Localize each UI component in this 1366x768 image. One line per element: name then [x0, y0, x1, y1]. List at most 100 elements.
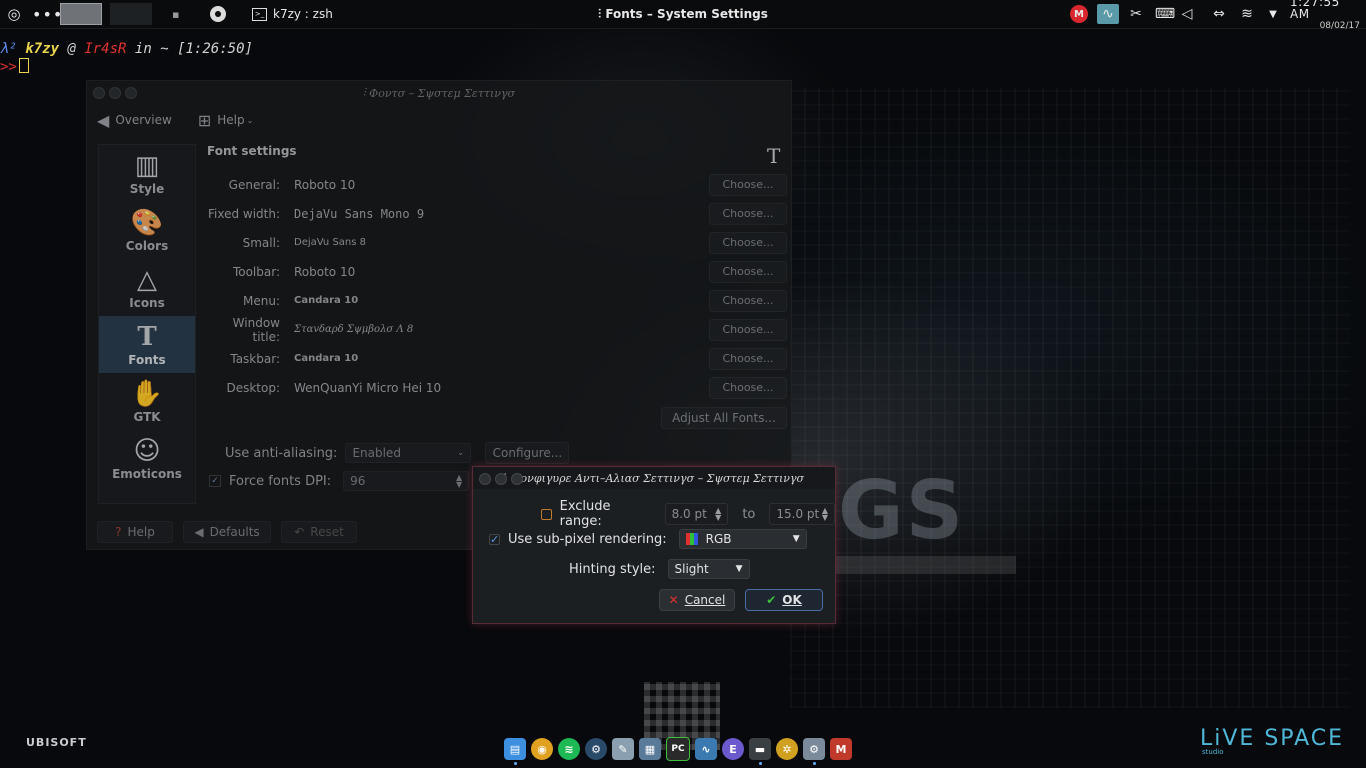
chrome-task-icon[interactable] — [210, 6, 226, 22]
choose-fixed-width-button[interactable]: Choose... — [709, 202, 787, 225]
hinting-select[interactable]: Slight ▼ — [667, 559, 750, 579]
font-row-small: Small: DejaVu Sans 8 Choose... — [205, 228, 787, 257]
chevron-down-icon: ▼ — [735, 564, 743, 574]
choose-menu-button[interactable]: Choose... — [709, 289, 787, 312]
choose-small-button[interactable]: Choose... — [709, 231, 787, 254]
choose-toolbar-button[interactable]: Choose... — [709, 260, 787, 283]
dialog-close-button[interactable] — [479, 473, 491, 485]
tray-expand-icon[interactable]: ▼ — [1264, 0, 1282, 28]
dock-files[interactable]: ▤ — [504, 738, 526, 765]
cancel-button[interactable]: ✕ Cancel — [659, 589, 735, 611]
exclude-from-spinbox[interactable]: 8.0 pt ▲ ▼ — [664, 503, 729, 525]
defaults-arrow-icon: ◀ — [194, 525, 204, 539]
dock-emacs[interactable]: E — [722, 738, 744, 760]
toolbar: ◀ Overview ⊞ Help ⌄ — [97, 109, 273, 131]
font-row-menu: Menu: Candara 10 Choose... — [205, 286, 787, 315]
reset-button-label: Reset — [310, 525, 344, 539]
force-dpi-spinbox[interactable]: 96 ▲ ▼ — [343, 471, 470, 491]
sidebar-item-gtk[interactable]: ✋ GTK — [99, 373, 195, 430]
scissors-icon[interactable]: ✂ — [1127, 0, 1145, 28]
virtual-desktop-1[interactable] — [60, 3, 102, 25]
prompt-host: Ir4sR — [84, 41, 127, 57]
sidebar-item-emoticons[interactable]: ☺ Emoticons — [99, 430, 195, 487]
dialog-maximize-button[interactable] — [511, 473, 523, 485]
dialog-minimize-button[interactable] — [495, 473, 507, 485]
exclude-range-label: Exclude range: — [559, 499, 611, 529]
help-label: Help — [217, 113, 245, 127]
force-dpi-value: 96 — [350, 474, 366, 488]
overview-button[interactable]: ◀ Overview — [97, 111, 172, 130]
anti-aliasing-label: Use anti-aliasing: — [225, 445, 338, 461]
defaults-button[interactable]: ◀ Defaults — [183, 521, 271, 543]
choose-window-title-button[interactable]: Choose... — [709, 318, 787, 341]
sidebar-item-icons[interactable]: △ Icons — [99, 259, 195, 316]
app-task-icon[interactable]: ▪ — [172, 0, 179, 28]
sidebar-item-style[interactable]: ▥ Style — [99, 145, 195, 202]
font-row-toolbar: Toolbar: Roboto 10 Choose... — [205, 257, 787, 286]
debian-launcher-icon[interactable]: ◎ — [4, 0, 24, 28]
font-row-label: Taskbar: — [230, 351, 280, 366]
prompt-user: k7zy — [25, 41, 60, 57]
dock-terminal[interactable]: ▬ — [749, 738, 771, 765]
ok-button[interactable]: ✔ OK — [745, 589, 823, 611]
sidebar-item-fonts[interactable]: T Fonts — [99, 316, 195, 373]
subpixel-checkbox[interactable]: ✓ — [489, 533, 500, 545]
font-row-desktop: Desktop: WenQuanYi Micro Hei 10 Choose..… — [205, 373, 787, 402]
dialog-titlebar: ⫶ Χονφιγυρε Αντι–Αλιασ Σεττινγσ – Σψστεμ… — [473, 467, 835, 489]
prompt-at: @ — [67, 41, 76, 57]
subpixel-select[interactable]: RGB ▼ — [678, 529, 807, 549]
choose-taskbar-button[interactable]: Choose... — [709, 347, 787, 370]
subpixel-row: ✓ Use sub-pixel rendering: RGB ▼ — [489, 529, 807, 549]
font-row-value: Roboto 10 — [294, 177, 356, 192]
volume-icon[interactable]: ◁ — [1178, 0, 1196, 28]
help-button[interactable]: ? Help — [97, 521, 173, 543]
help-icon: ? — [115, 525, 122, 539]
dock-spotify[interactable]: ≋ — [558, 738, 580, 760]
sidebar-item-colors[interactable]: 🎨 Colors — [99, 202, 195, 259]
wifi-icon[interactable]: ≋ — [1238, 0, 1256, 28]
font-row-label: Window title: — [232, 315, 280, 344]
range-to-label: to — [742, 506, 756, 522]
choose-desktop-button[interactable]: Choose... — [709, 376, 787, 399]
studio-label: studio — [1202, 748, 1224, 756]
dock-monitor[interactable]: ∿ — [695, 738, 717, 760]
chevron-down-icon: ⌄ — [456, 448, 465, 458]
hinting-row: Hinting style: Slight ▼ — [569, 559, 750, 579]
exclude-range-checkbox[interactable] — [541, 508, 552, 520]
dock-pycharm[interactable]: PC — [666, 737, 690, 761]
dock-chrome[interactable]: ◉ — [531, 738, 553, 760]
ok-label: OK — [782, 593, 802, 607]
dock-notes[interactable]: ▦ — [639, 738, 661, 760]
terminal-task[interactable]: >_ k7zy : zsh — [252, 0, 333, 28]
clock[interactable]: 1:27:55 AM 08/02/17 — [1290, 0, 1360, 31]
dock-editor[interactable]: ✎ — [612, 738, 634, 760]
reset-button[interactable]: ↶ Reset — [281, 521, 357, 543]
monitor-tray-icon[interactable]: ∿ — [1097, 4, 1119, 24]
configure-button[interactable]: Configure... — [485, 442, 570, 464]
style-icon: ▥ — [134, 150, 160, 181]
font-row-value: Roboto 10 — [294, 264, 356, 279]
dock-steam[interactable]: ⚙ — [585, 738, 607, 760]
virtual-desktop-2[interactable] — [110, 3, 152, 25]
usb-icon[interactable]: ⇔ — [1210, 0, 1228, 28]
dock-settings[interactable]: ✲ — [776, 738, 798, 760]
keyboard-icon[interactable]: ⌨ — [1154, 0, 1176, 28]
dock-system-settings[interactable]: ⚙ — [803, 738, 825, 765]
font-row-fixed-width: Fixed width: DejaVu Sans Mono 9 Choose..… — [205, 199, 787, 228]
exclude-to-spinbox[interactable]: 15.0 pt ▲ ▼ — [769, 503, 835, 525]
sidebar-item-label: GTK — [133, 409, 161, 424]
anti-aliasing-dialog: ⫶ Χονφιγυρε Αντι–Αλιασ Σεττινγσ – Σψστεμ… — [472, 466, 836, 624]
anti-aliasing-select[interactable]: Enabled ⌄ — [345, 443, 472, 463]
cancel-x-icon: ✕ — [668, 593, 679, 607]
dock-gmail[interactable]: M — [830, 738, 852, 760]
ubisoft-logo: UBISOFT — [26, 736, 87, 749]
help-menu-button[interactable]: ⊞ Help ⌄ — [198, 111, 253, 130]
prompt-dir: in ~ — [134, 41, 169, 57]
font-row-value: Candara 10 — [294, 295, 359, 306]
adjust-all-fonts-button[interactable]: Adjust All Fonts... — [661, 407, 787, 429]
mega-icon[interactable]: M — [1070, 5, 1088, 23]
choose-general-button[interactable]: Choose... — [709, 173, 787, 196]
more-dots-icon[interactable]: ••• — [32, 0, 63, 28]
force-dpi-checkbox[interactable]: ✓ — [209, 475, 221, 487]
icons-icon: △ — [137, 264, 157, 295]
